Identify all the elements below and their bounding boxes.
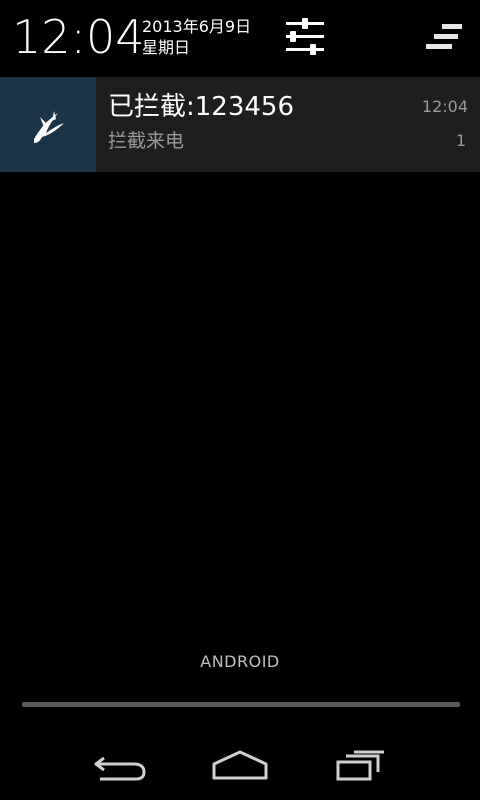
back-button[interactable] [80,742,160,792]
recents-button[interactable] [320,742,400,792]
date-line-2: 星期日 [142,38,191,57]
notification-count: 1 [455,131,466,150]
drag-handle[interactable] [22,702,460,707]
carrier-label: ANDROID [200,652,280,671]
settings-sliders-icon [286,18,324,55]
bird-icon [34,111,64,143]
back-icon [94,756,146,781]
date-line-1: 2013年6月9日 [142,17,252,36]
notification-header: 12:04 2013年6月9日 星期日 [0,0,480,76]
home-icon [212,750,268,780]
clock: 12:04 [12,10,145,64]
home-button[interactable] [200,742,280,792]
notification-text: 拦截来电 [108,130,185,152]
notification-item[interactable]: 已拦截:123456 拦截来电 12:04 1 [0,77,480,172]
quick-settings-button[interactable] [282,14,328,60]
navigation-bar [0,720,480,800]
notification-app-icon [0,77,96,172]
notification-title: 已拦截:123456 [108,92,295,122]
stacked-lines-icon [426,24,462,49]
notification-time: 12:04 [421,97,468,116]
clear-notifications-button[interactable] [420,18,466,58]
recents-icon [336,750,384,781]
date: 2013年6月9日 星期日 [142,16,251,58]
